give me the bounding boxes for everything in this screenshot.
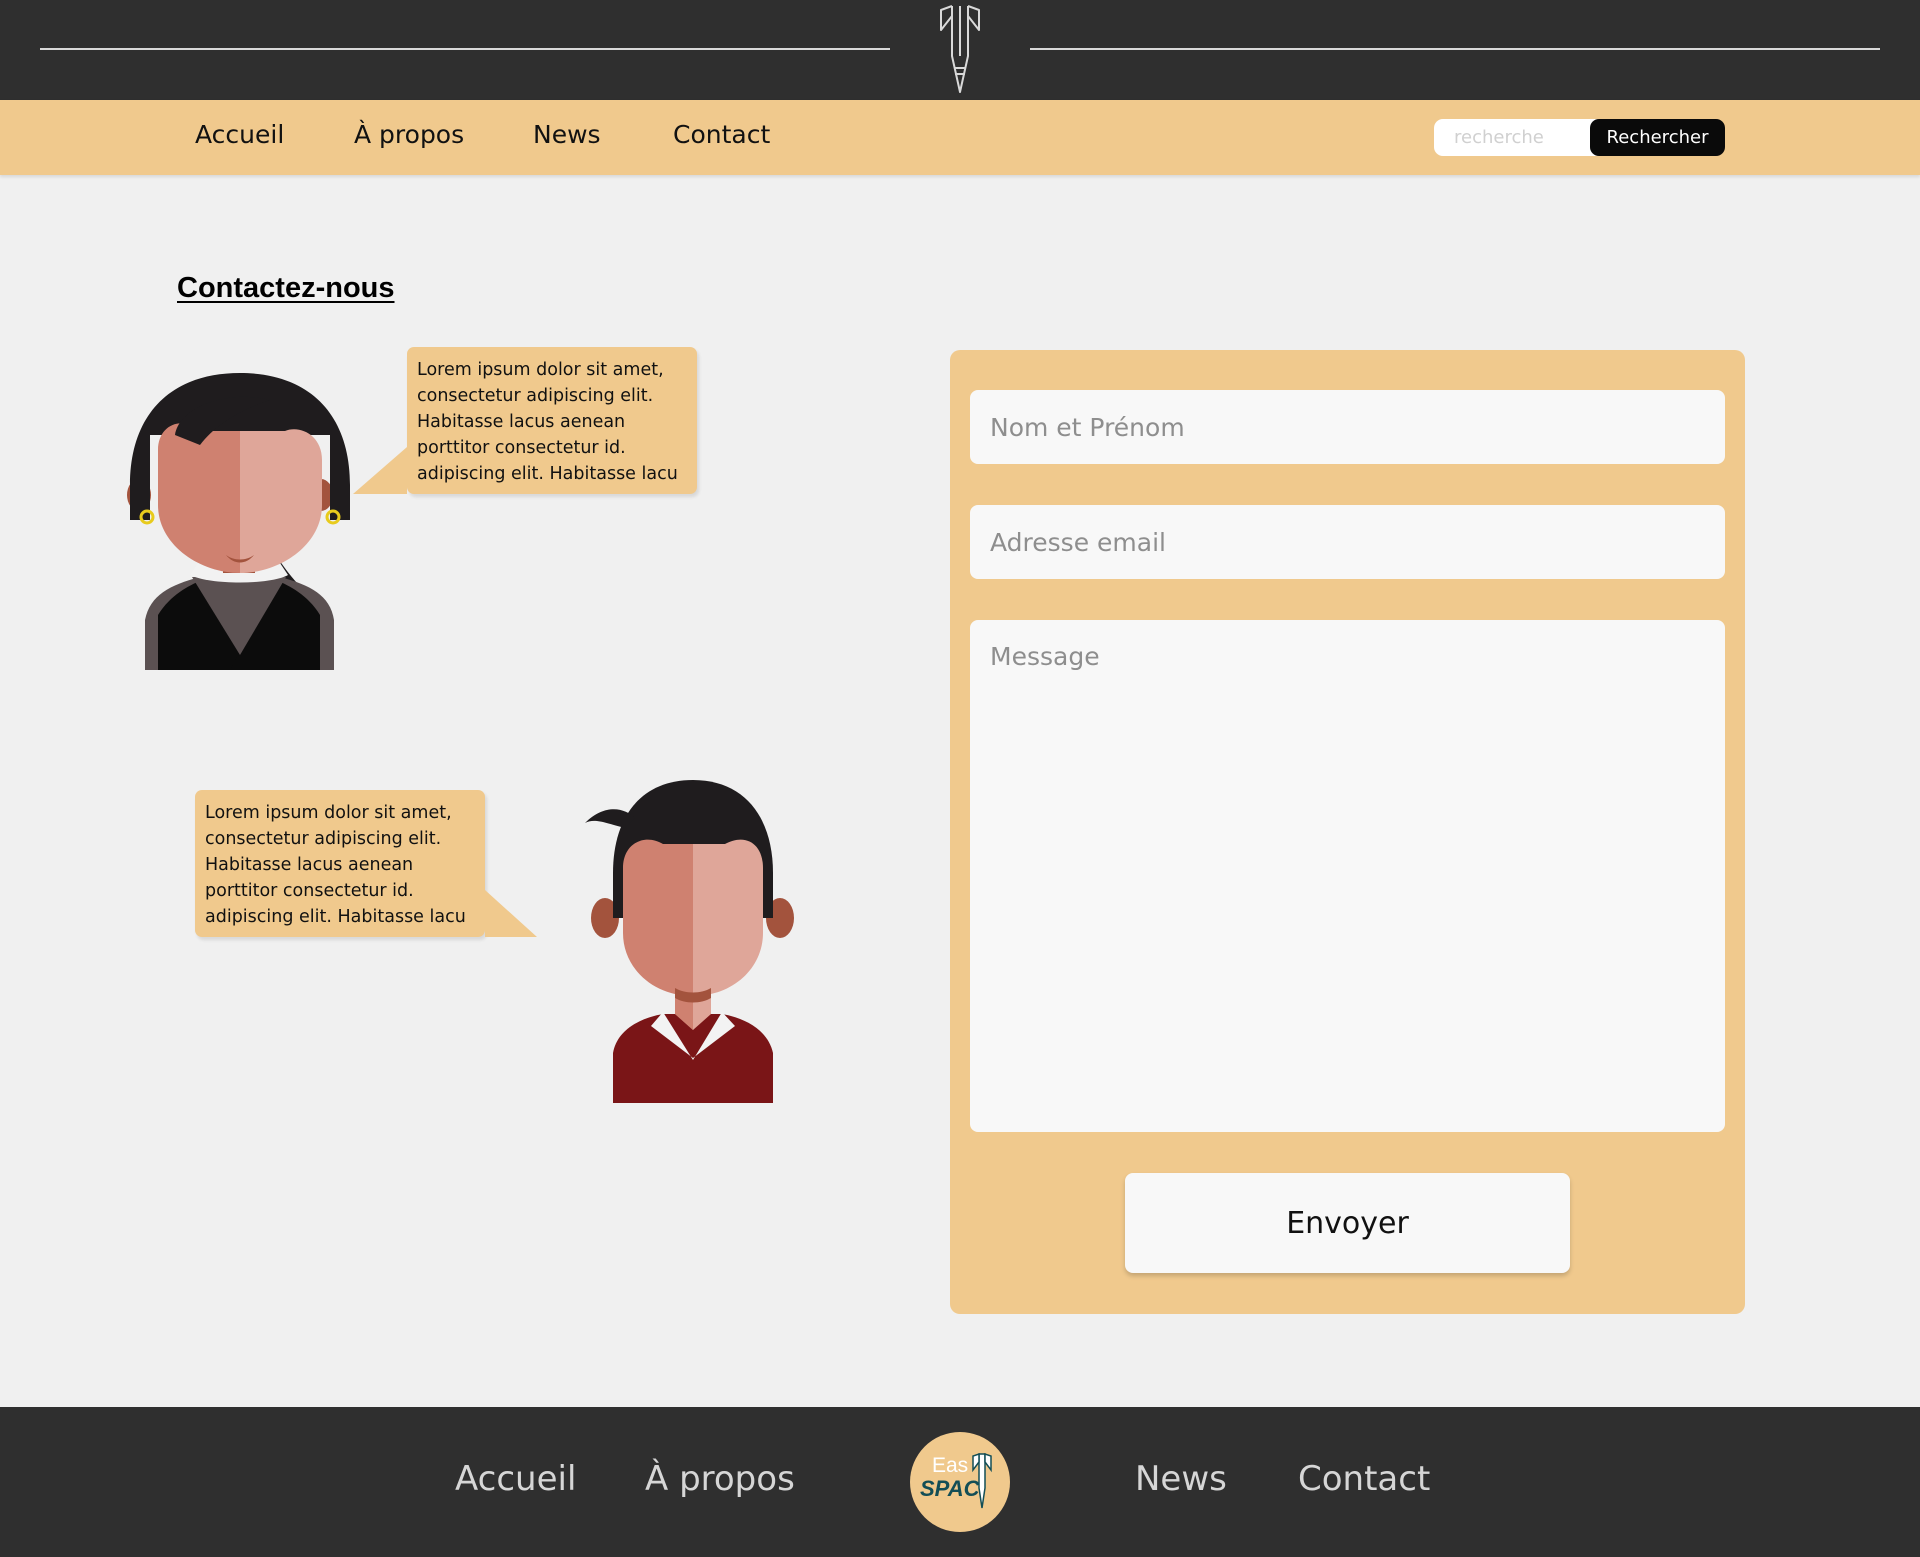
speech-bubble: Lorem ipsum dolor sit amet, consectetur … xyxy=(195,790,537,937)
nav-item-contact[interactable]: Contact xyxy=(673,120,770,149)
footer-logo-line1: Eas xyxy=(932,1454,969,1477)
search-input[interactable] xyxy=(1434,119,1604,156)
footer-item-a-propos[interactable]: À propos xyxy=(645,1459,795,1499)
submit-button[interactable]: Envoyer xyxy=(1125,1173,1570,1273)
nav-item-news[interactable]: News xyxy=(533,120,601,149)
bubble-tail xyxy=(353,447,407,494)
header-divider-right xyxy=(1030,48,1880,50)
footer-logo-line2: SPAC xyxy=(920,1476,980,1501)
message-field[interactable] xyxy=(970,620,1725,1132)
header-divider-left xyxy=(40,48,890,50)
search-bar: Recherche r xyxy=(1434,119,1726,156)
main-nav: Accueil À propos News Contact Recherche r xyxy=(0,100,1920,175)
contact-form: Envoyer xyxy=(950,350,1745,1314)
footer-logo[interactable]: Eas SPAC xyxy=(910,1432,1010,1532)
bubble-tail xyxy=(485,890,537,937)
email-field[interactable] xyxy=(970,505,1725,579)
speech-bubble-text: Lorem ipsum dolor sit amet, consectetur … xyxy=(205,803,466,927)
rocket-icon xyxy=(972,1452,992,1509)
rocket-icon[interactable] xyxy=(935,2,985,94)
search-button[interactable]: Rechercher xyxy=(1590,119,1725,156)
speech-bubble-text: Lorem ipsum dolor sit amet, consectetur … xyxy=(417,360,678,484)
nav-item-accueil[interactable]: Accueil xyxy=(195,120,284,149)
woman-avatar-icon xyxy=(127,373,350,670)
footer-item-accueil[interactable]: Accueil xyxy=(455,1459,576,1499)
man-avatar-icon xyxy=(585,780,794,1103)
name-field[interactable] xyxy=(970,390,1725,464)
footer-item-news[interactable]: News xyxy=(1135,1459,1227,1499)
nav-item-a-propos[interactable]: À propos xyxy=(354,120,464,149)
footer-item-contact[interactable]: Contact xyxy=(1298,1459,1430,1499)
speech-bubble: Lorem ipsum dolor sit amet, consectetur … xyxy=(353,347,697,494)
footer: Accueil À propos Eas SPAC News Contact xyxy=(0,1407,1920,1557)
page-title: Contactez-nous xyxy=(177,272,395,304)
top-bar xyxy=(0,0,1920,100)
